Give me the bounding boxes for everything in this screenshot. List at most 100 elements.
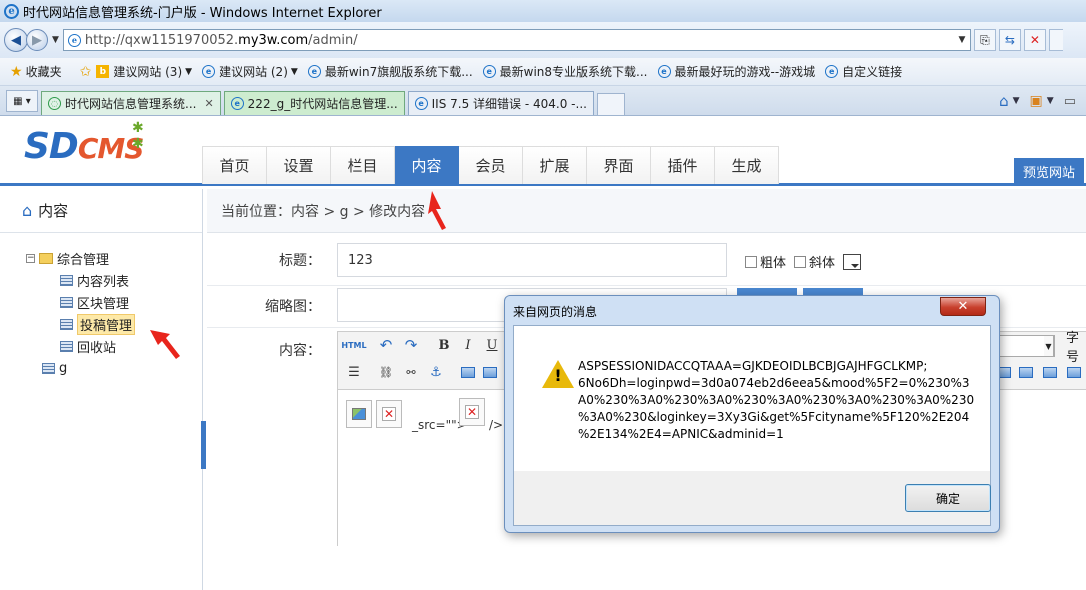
title-label: 标题： — [279, 253, 321, 269]
dialog-message-area: ! ASPSESSIONIDACCQTAAA=GJKDEOIDLBCBJGAJH… — [514, 326, 990, 471]
fav-suggested-sites-2[interactable]: e 建议网站 (2) ▼ — [202, 63, 298, 80]
italic-icon[interactable]: I — [458, 335, 478, 355]
fav-custom-links[interactable]: e 自定义链接 — [825, 63, 902, 80]
window-titlebar: e 时代网站信息管理系统-门户版 - Windows Internet Expl… — [0, 0, 1086, 22]
address-dropdown-icon[interactable]: ▼ — [954, 30, 970, 50]
collapse-icon[interactable]: − — [26, 253, 35, 263]
chevron-down-icon: ▼ — [185, 66, 193, 77]
search-box-edge[interactable] — [1048, 29, 1063, 51]
home-icon: ⌂ — [22, 201, 33, 220]
dialog-close-button[interactable]: ✕ — [940, 297, 986, 316]
close-tab-icon[interactable]: ✕ — [204, 97, 213, 110]
redo-icon[interactable]: ↷ — [401, 335, 421, 355]
image-center-icon[interactable] — [480, 362, 500, 382]
fav-win7[interactable]: e 最新win7旗舰版系统下载... — [307, 63, 473, 80]
chevron-down-icon[interactable]: ▼ — [1047, 96, 1054, 106]
title-row: 标题： 123 粗体 斜体 — [207, 234, 1086, 286]
content-label: 内容： — [279, 343, 321, 359]
history-dropdown-icon[interactable]: ▼ — [52, 35, 59, 45]
undo-icon[interactable]: ↶ — [376, 335, 396, 355]
message-dialog: 来自网页的消息 ✕ ! ASPSESSIONIDACCQTAAA=GJKDEOI… — [504, 295, 1000, 533]
ie-page-icon: e — [657, 65, 671, 78]
unlink-icon[interactable]: ⚯ — [401, 362, 421, 382]
fav-games[interactable]: e 最新最好玩的游戏--游戏城 — [657, 63, 815, 80]
browser-tab-2[interactable]: e 222_g_时代网站信息管理... — [223, 91, 405, 115]
rss-icon[interactable]: ▣ — [1030, 93, 1043, 109]
table-col-icon[interactable] — [1040, 362, 1060, 382]
url-host: my3w.com — [238, 32, 309, 48]
table-merge-icon[interactable] — [1064, 362, 1084, 382]
sidebar-scroll-handle[interactable] — [201, 421, 206, 469]
fav-suggested-sites-3[interactable]: b 建议网站 (3) ▼ — [96, 63, 192, 80]
bold-icon[interactable]: B — [434, 335, 454, 355]
nav-plugins[interactable]: 插件 — [651, 146, 715, 184]
page-icon: e — [67, 33, 81, 47]
stop-icon[interactable]: ✕ — [1023, 29, 1046, 51]
table-icon — [42, 362, 55, 374]
breadcrumb: 当前位置：内容 > g > 修改内容 — [207, 189, 1086, 233]
html-source-icon[interactable]: HTML — [341, 335, 366, 355]
ie-page-icon: e — [482, 65, 496, 78]
ie-page-icon: e — [230, 97, 244, 110]
tree-root-general[interactable]: − 综合管理 — [26, 247, 202, 269]
browser-tab-1[interactable]: ◌ 时代网站信息管理系统... ✕ — [41, 91, 221, 115]
tree-item-block-manage[interactable]: 区块管理 — [26, 291, 202, 313]
command-bar: ⌂ ▼ ▣ ▼ ▭ — [989, 87, 1086, 115]
nav-members[interactable]: 会员 — [459, 146, 523, 184]
warning-mark: ! — [554, 366, 562, 385]
nav-content[interactable]: 内容 — [395, 146, 459, 184]
justify-icon[interactable]: ☰ — [344, 362, 364, 382]
table-row-icon[interactable] — [1016, 362, 1036, 382]
nav-interface[interactable]: 界面 — [587, 146, 651, 184]
anchor-icon[interactable]: ⚓ — [426, 362, 446, 382]
link-icon[interactable]: ⛓ — [376, 362, 396, 382]
broken-image-icon: ✕ — [465, 405, 479, 419]
italic-checkbox[interactable]: 斜体 — [794, 252, 835, 271]
address-row: ◀ ▶ ▼ e http://qxw1151970052. my3w.com/ad… — [0, 22, 1086, 58]
tree-item-recycle-bin[interactable]: 回收站 — [26, 335, 202, 357]
nav-settings[interactable]: 设置 — [267, 146, 331, 184]
table-icon — [60, 340, 73, 352]
address-input[interactable]: e http://qxw1151970052. my3w.com/admin/ ▼ — [62, 29, 971, 51]
chevron-down-icon[interactable]: ▼ — [1013, 96, 1020, 106]
image-placeholder[interactable] — [346, 400, 372, 428]
nav-columns[interactable]: 栏目 — [331, 146, 395, 184]
print-icon[interactable]: ▭ — [1064, 94, 1076, 109]
underline-icon[interactable]: U — [482, 335, 502, 355]
nav-generate[interactable]: 生成 — [715, 146, 779, 184]
broken-image[interactable]: ✕ — [376, 400, 402, 428]
back-button[interactable]: ◀ — [4, 28, 28, 52]
bing-icon: b — [96, 65, 110, 78]
new-tab-button[interactable] — [596, 93, 625, 115]
quick-tabs-icon[interactable]: ▦ ▾ — [6, 90, 38, 112]
ok-button[interactable]: 确定 — [905, 484, 991, 512]
dialog-title: 来自网页的消息 — [513, 305, 598, 319]
table-icon — [60, 318, 73, 330]
forward-button[interactable]: ▶ — [26, 29, 48, 51]
chevron-down-icon[interactable]: ▼ — [1044, 335, 1054, 357]
title-color-picker[interactable] — [843, 253, 862, 270]
broken-image[interactable]: ✕ — [459, 398, 485, 426]
bold-checkbox[interactable]: 粗体 — [745, 252, 786, 271]
fav-win8[interactable]: e 最新win8专业版系统下载... — [482, 63, 648, 80]
star-icon: ★ — [10, 63, 23, 80]
nav-extensions[interactable]: 扩展 — [523, 146, 587, 184]
add-favorite-icon[interactable]: ✩ — [80, 64, 95, 80]
tree-item-g[interactable]: g — [26, 357, 202, 379]
browser-tab-3[interactable]: e IIS 7.5 详细错误 - 404.0 -... — [407, 91, 594, 115]
home-icon[interactable]: ⌂ — [999, 92, 1009, 110]
cms-header: SDCMS ✱ ✱ 首页 设置 栏目 内容 会员 扩展 界面 插件 生成 预览网… — [0, 116, 1086, 186]
nav-home[interactable]: 首页 — [203, 146, 267, 184]
favorites-bar: ★ 收藏夹 ✩ b 建议网站 (3) ▼ e 建议网站 (2) ▼ e 最新win7… — [0, 58, 1086, 86]
preview-site-button[interactable]: 预览网站 — [1014, 158, 1084, 184]
url-suffix: /admin/ — [308, 32, 358, 48]
image-left-icon[interactable] — [458, 362, 478, 382]
favorites-button[interactable]: ★ 收藏夹 — [10, 63, 62, 80]
tree-item-content-list[interactable]: 内容列表 — [26, 269, 202, 291]
folder-icon — [39, 252, 53, 264]
font-size-select[interactable]: 字号 — [1054, 331, 1086, 365]
compat-view-icon[interactable]: ⎘ — [973, 29, 996, 51]
title-input[interactable]: 123 — [337, 243, 727, 277]
refresh-icon[interactable]: ⇆ — [998, 29, 1021, 51]
tree-item-submission-manage[interactable]: 投稿管理 — [26, 313, 202, 335]
